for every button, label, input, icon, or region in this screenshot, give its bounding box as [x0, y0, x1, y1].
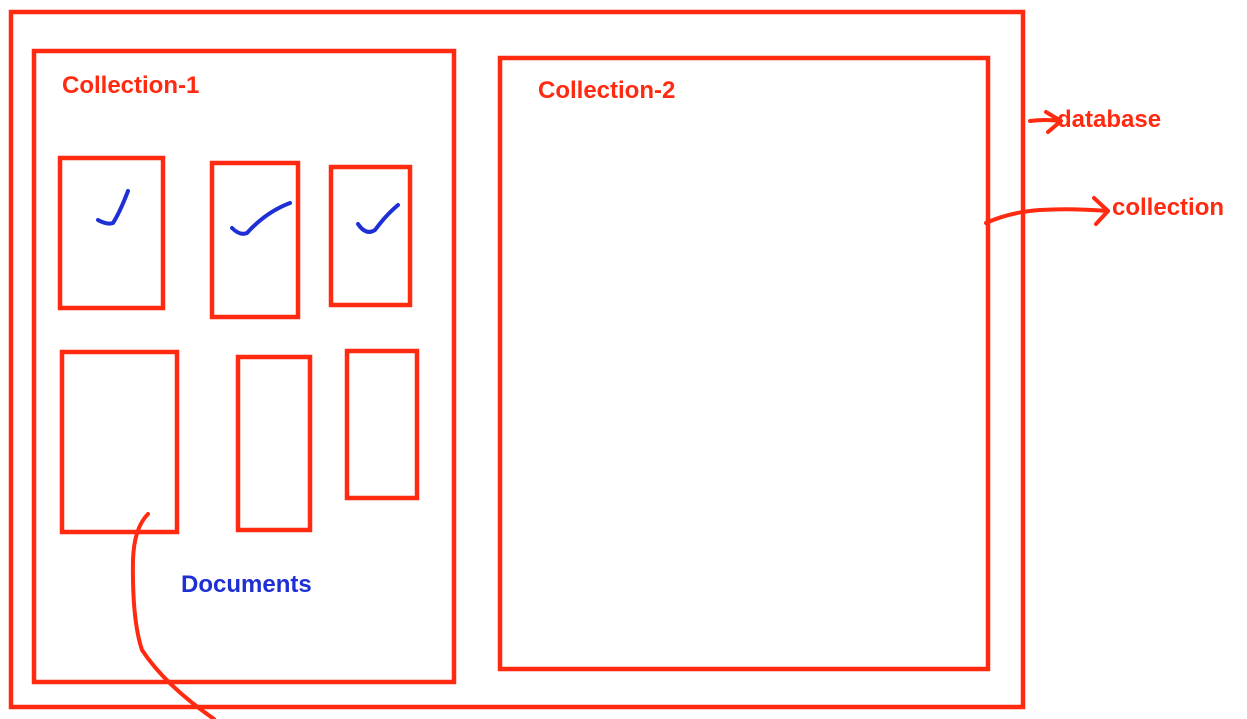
documents-pointer-line	[130, 512, 216, 719]
collection-annotation: collection	[1112, 194, 1225, 221]
collection-2-title: Collection-2	[538, 77, 676, 104]
check-mark-icon	[230, 201, 292, 236]
document-box	[344, 348, 420, 501]
document-box	[59, 349, 180, 535]
check-mark-icon	[356, 203, 400, 234]
documents-annotation: Documents	[181, 571, 312, 598]
collection-1-title: Collection-1	[62, 72, 200, 99]
database-box	[8, 9, 1026, 710]
document-box	[209, 160, 301, 320]
document-box	[328, 164, 413, 308]
check-mark-icon	[96, 189, 130, 226]
document-box	[57, 155, 166, 311]
diagram-canvas: Collection-1 Collection-2 database colle…	[0, 0, 1247, 719]
database-pointer-arrow	[1028, 118, 1062, 123]
collection-2-box	[497, 55, 991, 672]
database-annotation: database	[1057, 106, 1162, 133]
document-box	[235, 354, 313, 533]
collection-pointer-arrow	[984, 207, 1110, 225]
